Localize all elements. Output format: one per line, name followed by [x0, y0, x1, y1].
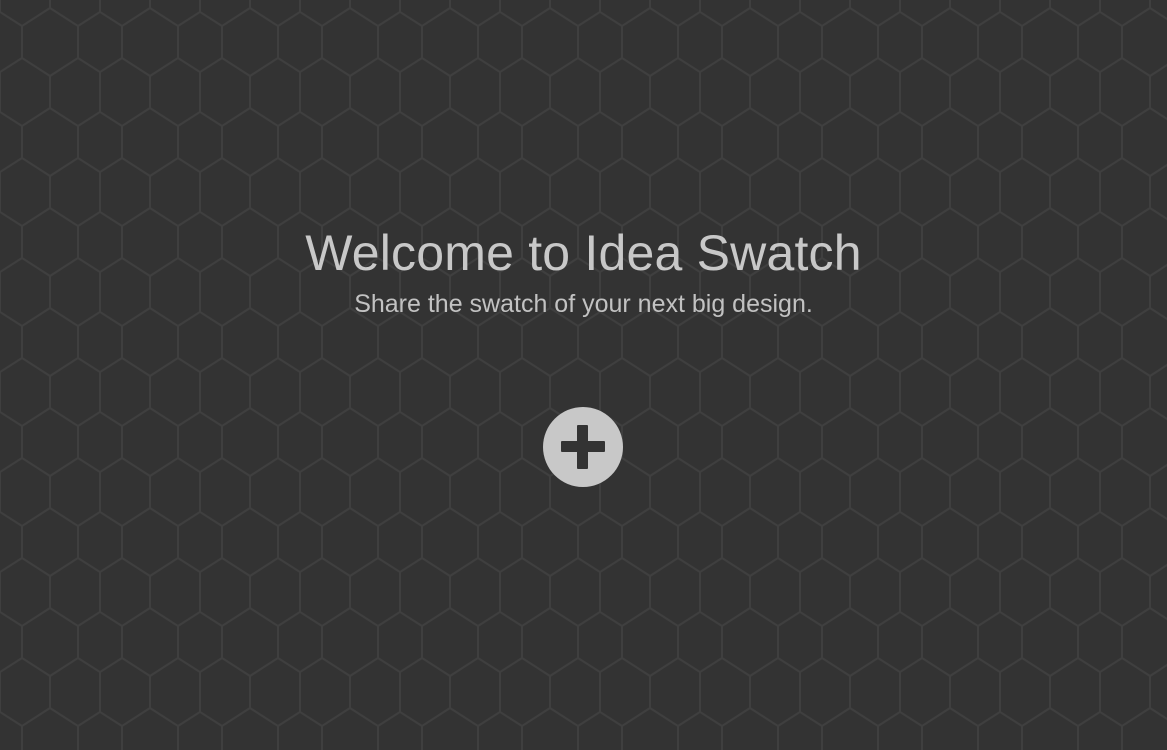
hero-section: Welcome to Idea Swatch Share the swatch …	[0, 222, 1167, 320]
page-subtitle: Share the swatch of your next big design…	[354, 290, 813, 318]
add-swatch-button[interactable]	[543, 407, 623, 487]
welcome-page: Welcome to Idea Swatch Share the swatch …	[0, 0, 1167, 750]
background-pattern	[0, 0, 1167, 750]
page-title: Welcome to Idea Swatch	[305, 225, 862, 281]
plus-icon-vertical-bar	[577, 425, 588, 469]
